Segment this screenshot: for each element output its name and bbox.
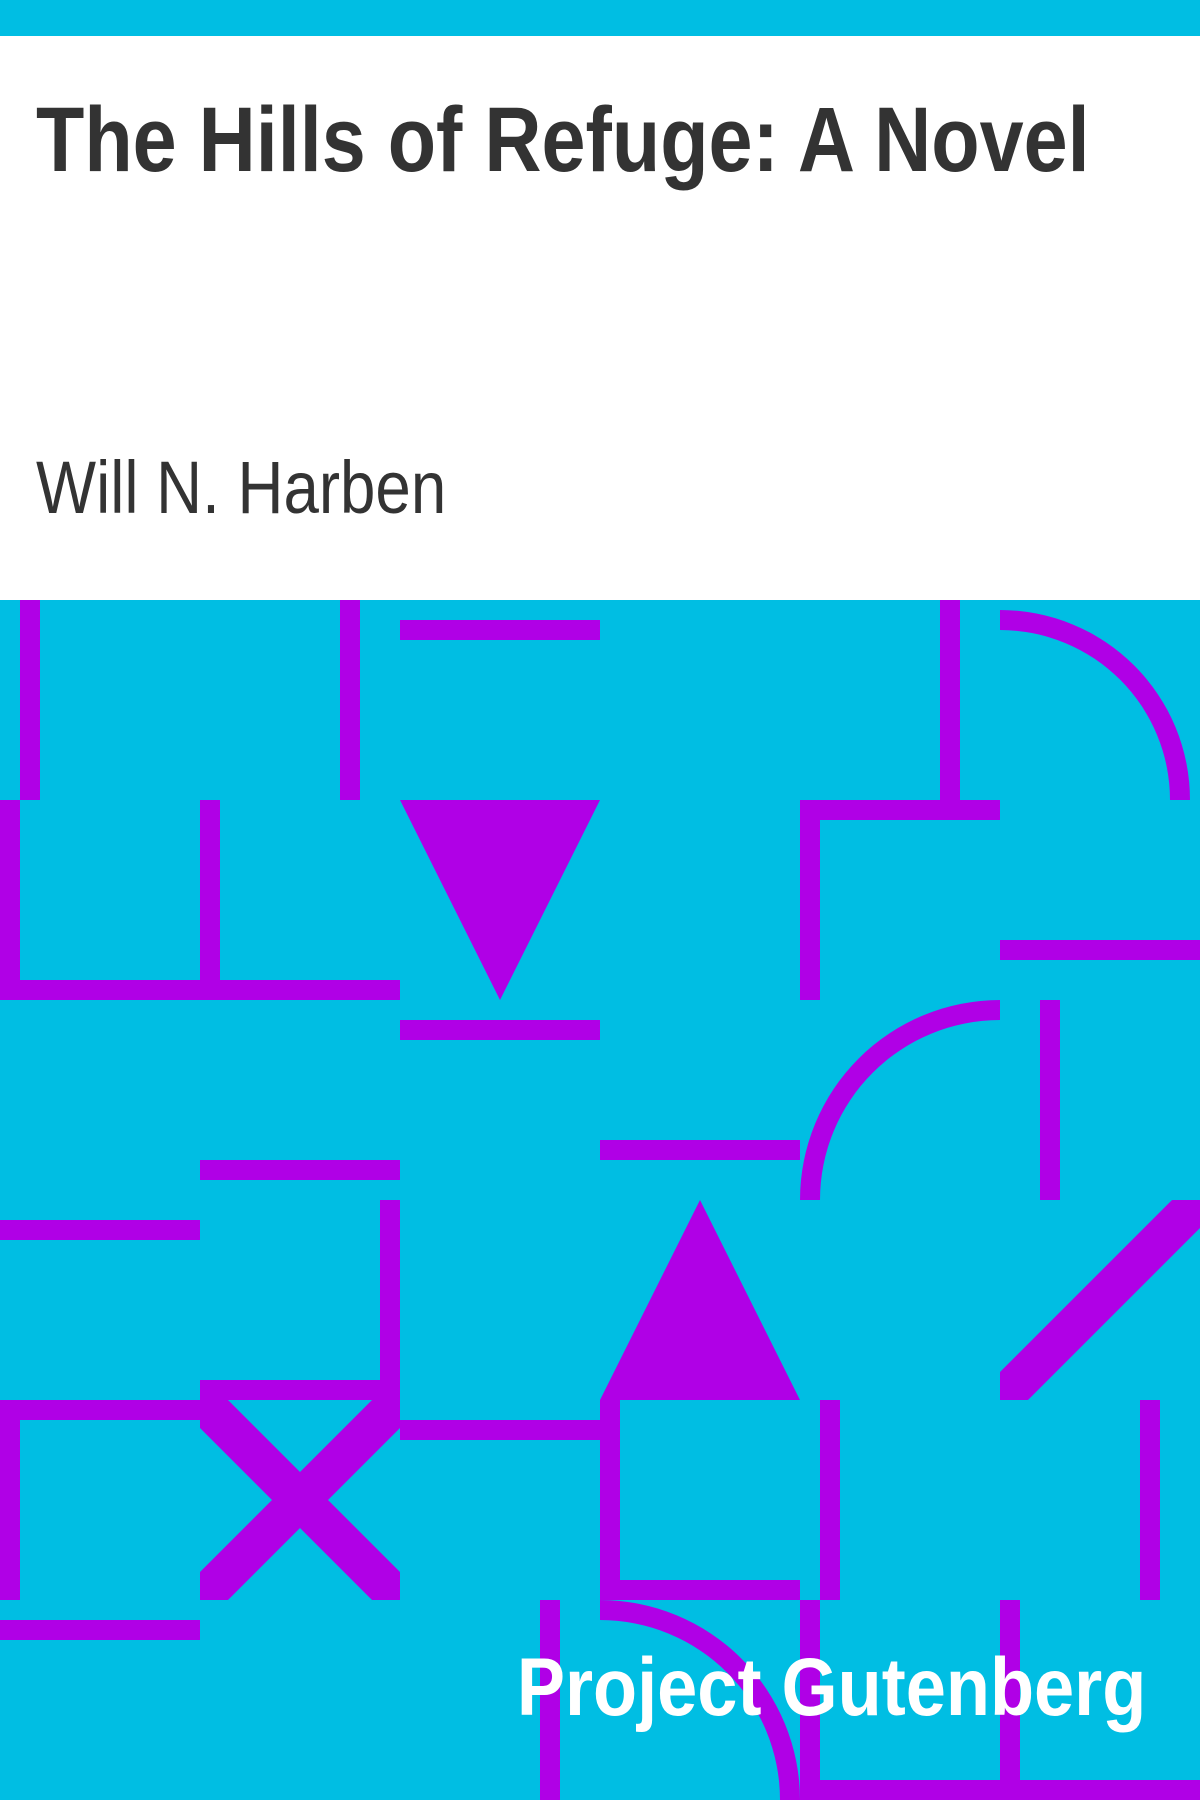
pattern-shape xyxy=(600,1400,620,1600)
pattern-shape xyxy=(200,1380,400,1400)
pattern-shape xyxy=(200,1160,400,1180)
pattern-shape xyxy=(0,1400,20,1600)
pattern-shape xyxy=(0,1400,200,1420)
pattern-shape xyxy=(0,1220,200,1240)
pattern-shape xyxy=(20,600,40,800)
book-cover: The Hills of Refuge: A Novel Will N. Har… xyxy=(0,0,1200,1800)
book-title: The Hills of Refuge: A Novel xyxy=(36,89,1090,191)
pattern-shape xyxy=(800,800,1000,820)
pattern-shape xyxy=(600,1580,800,1600)
pattern-shape xyxy=(1140,1400,1160,1600)
pattern-shape xyxy=(400,1420,600,1440)
book-author: Will N. Harben xyxy=(36,446,447,529)
pattern-shape xyxy=(800,800,820,1000)
pattern-shape xyxy=(0,800,20,1000)
pattern-shape xyxy=(1000,940,1200,960)
publisher-logo-text: Project Gutenberg xyxy=(516,1642,1146,1733)
pattern-shape xyxy=(800,1780,1200,1800)
pattern-shape xyxy=(400,620,600,640)
pattern-shape xyxy=(0,1620,200,1640)
pattern-shape xyxy=(380,1200,400,1400)
pattern-shape xyxy=(820,1400,840,1600)
pattern-shape xyxy=(400,1020,600,1040)
geometric-pattern xyxy=(0,600,1200,1800)
pattern-shape xyxy=(600,1140,800,1160)
pattern-shape xyxy=(1040,1000,1060,1200)
pattern-shape xyxy=(200,800,220,990)
top-color-band xyxy=(0,0,1200,36)
pattern-shape xyxy=(940,600,960,800)
pattern-shape xyxy=(340,600,360,800)
